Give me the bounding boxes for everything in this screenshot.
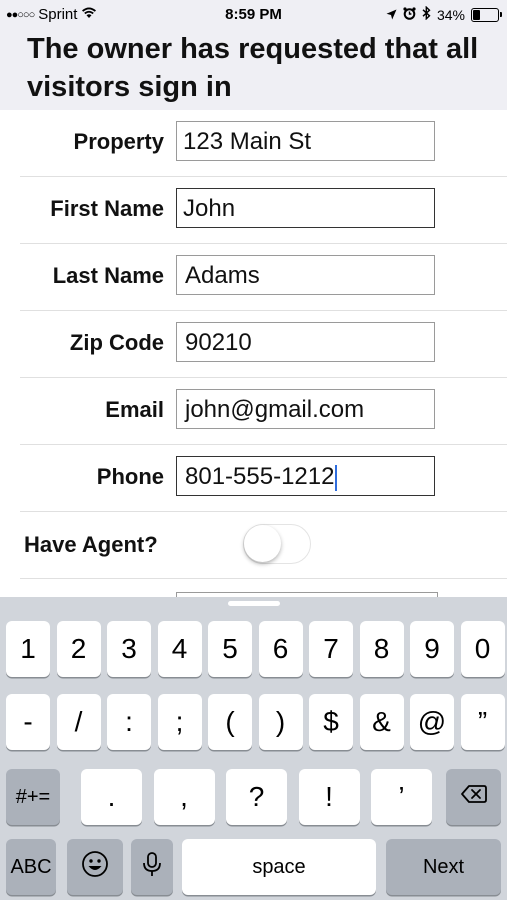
form-row-first-name: First Name John bbox=[0, 177, 507, 244]
alarm-icon bbox=[403, 6, 416, 23]
email-label: Email bbox=[105, 397, 164, 422]
key-symbol-7[interactable]: & bbox=[359, 694, 404, 750]
have-agent-label: Have Agent? bbox=[24, 532, 158, 557]
keyboard-grabber bbox=[228, 601, 280, 606]
battery-icon bbox=[471, 7, 502, 22]
phone-value: 801-555-1212 bbox=[185, 463, 335, 490]
key-symbol-6[interactable]: $ bbox=[309, 694, 353, 750]
form-row-have-agent: Have Agent? bbox=[0, 512, 507, 579]
key-number-5[interactable]: 6 bbox=[258, 621, 303, 677]
text-caret bbox=[335, 464, 338, 491]
last-name-label: Last Name bbox=[52, 263, 164, 288]
form-row-email: Email john@gmail.com bbox=[0, 378, 507, 445]
key-number-6[interactable]: 7 bbox=[309, 621, 353, 677]
key-number-9[interactable]: 0 bbox=[460, 621, 505, 677]
last-name-field[interactable]: Adams bbox=[176, 255, 435, 295]
key-dictation[interactable] bbox=[131, 839, 173, 895]
key-symbol-8[interactable]: @ bbox=[410, 694, 454, 750]
first-name-label: First Name bbox=[50, 196, 164, 221]
property-field[interactable]: 123 Main St bbox=[176, 121, 435, 161]
form-row-property: Property 123 Main St bbox=[0, 110, 507, 177]
row-divider bbox=[20, 578, 507, 579]
email-field[interactable]: john@gmail.com bbox=[176, 389, 435, 429]
form-row-last-name: Last Name Adams bbox=[0, 244, 507, 311]
key-emoji[interactable] bbox=[67, 839, 123, 895]
keyboard: 1234567890 - /:;() $ & @” #+= .,?!’ ABC spac… bbox=[0, 597, 507, 900]
have-agent-toggle[interactable] bbox=[243, 524, 311, 564]
emoji-icon bbox=[80, 849, 110, 886]
zip-code-field[interactable]: 90210 bbox=[176, 322, 435, 362]
location-icon bbox=[386, 7, 397, 23]
first-name-field[interactable]: John bbox=[176, 188, 435, 228]
key-number-8[interactable]: 9 bbox=[410, 621, 454, 677]
form-row-phone: Phone 801-555-1212 bbox=[0, 445, 507, 512]
key-number-2[interactable]: 3 bbox=[107, 621, 151, 677]
key-punctuation-3[interactable]: ! bbox=[298, 769, 360, 825]
key-symbol-2[interactable]: : bbox=[107, 694, 151, 750]
key-punctuation-4[interactable]: ’ bbox=[371, 769, 432, 825]
key-symbol-4[interactable]: ( bbox=[208, 694, 252, 750]
phone-field[interactable]: 801-555-1212 bbox=[176, 456, 435, 496]
property-label: Property bbox=[73, 129, 164, 154]
key-next[interactable]: Next bbox=[386, 839, 501, 895]
page-title: The owner has requested that all visitor… bbox=[27, 33, 479, 103]
key-punctuation-0[interactable]: . bbox=[81, 769, 142, 825]
key-number-1[interactable]: 2 bbox=[56, 621, 101, 677]
battery-percent: 34% bbox=[436, 6, 465, 23]
status-icons: 34% bbox=[386, 5, 502, 23]
key-backspace[interactable] bbox=[446, 769, 501, 825]
key-space[interactable]: space bbox=[182, 839, 376, 895]
key-more-symbols[interactable]: #+= bbox=[6, 769, 60, 825]
status-bar: ●●○○○ Sprint 8:59 PM 34% bbox=[0, 0, 507, 30]
key-symbol-5[interactable]: ) bbox=[258, 694, 303, 750]
key-symbol-0[interactable]: - bbox=[6, 694, 50, 750]
backspace-icon bbox=[459, 779, 489, 816]
microphone-icon bbox=[137, 849, 167, 886]
key-symbol-3[interactable]: ; bbox=[157, 694, 202, 750]
key-number-0[interactable]: 1 bbox=[6, 621, 50, 677]
key-number-7[interactable]: 8 bbox=[359, 621, 404, 677]
key-number-3[interactable]: 4 bbox=[157, 621, 202, 677]
key-abc[interactable]: ABC bbox=[6, 839, 56, 895]
form-row-zip-code: Zip Code 90210 bbox=[0, 311, 507, 378]
key-punctuation-2[interactable]: ? bbox=[226, 769, 287, 825]
key-number-4[interactable]: 5 bbox=[208, 621, 252, 677]
page-header: The owner has requested that all visitor… bbox=[0, 30, 507, 110]
toggle-knob bbox=[244, 525, 281, 562]
key-punctuation-1[interactable]: , bbox=[153, 769, 215, 825]
zip-code-label: Zip Code bbox=[69, 330, 164, 355]
key-symbol-1[interactable]: / bbox=[56, 694, 101, 750]
bluetooth-icon bbox=[422, 5, 431, 23]
key-symbol-9[interactable]: ” bbox=[460, 694, 505, 750]
phone-label: Phone bbox=[96, 464, 164, 489]
